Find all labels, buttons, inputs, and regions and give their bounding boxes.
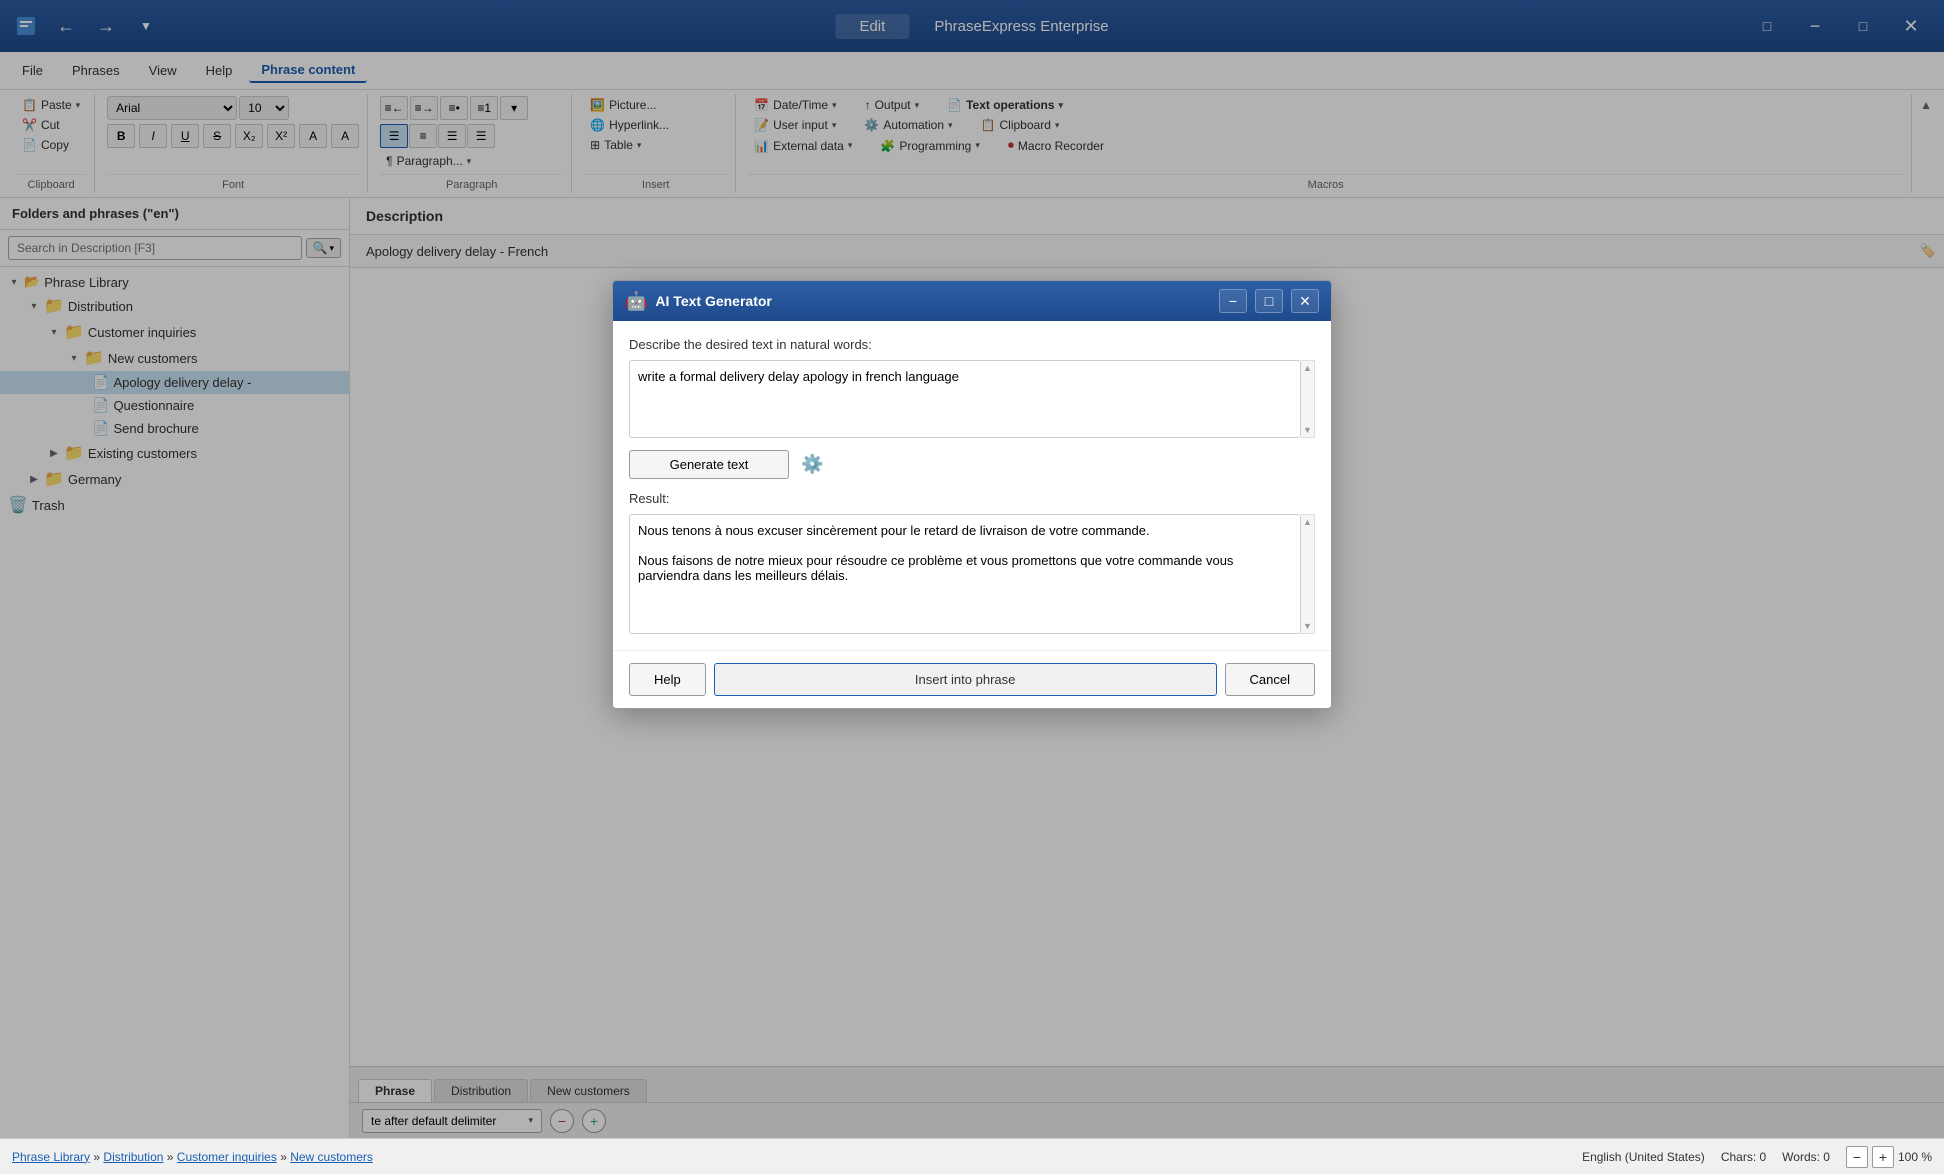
breadcrumb-sep2: » — [167, 1150, 177, 1164]
generate-row: Generate text ⚙️ — [629, 450, 1315, 479]
modal-ai-icon: 🤖 — [625, 291, 647, 312]
breadcrumb-distribution[interactable]: Distribution — [103, 1150, 163, 1164]
modal-close-button[interactable]: ✕ — [1291, 289, 1319, 313]
modal-title-bar: 🤖 AI Text Generator − □ ✕ — [613, 281, 1331, 321]
breadcrumb-sep3: » — [280, 1150, 290, 1164]
modal-overlay: 🤖 AI Text Generator − □ ✕ Describe the d… — [0, 0, 1944, 1138]
modal-maximize-button[interactable]: □ — [1255, 289, 1283, 313]
modal-body: Describe the desired text in natural wor… — [613, 321, 1331, 650]
ai-text-generator-modal: 🤖 AI Text Generator − □ ✕ Describe the d… — [612, 280, 1332, 709]
zoom-out-button[interactable]: − — [1846, 1146, 1868, 1168]
generate-button[interactable]: Generate text — [629, 450, 789, 479]
insert-into-phrase-button[interactable]: Insert into phrase — [714, 663, 1217, 696]
settings-icon[interactable]: ⚙️ — [801, 454, 823, 475]
cancel-button[interactable]: Cancel — [1225, 663, 1315, 696]
words-label: Words: 0 — [1782, 1150, 1830, 1164]
status-bar: Phrase Library » Distribution » Customer… — [0, 1138, 1944, 1174]
result-scrollbar: ▲ ▼ — [1301, 514, 1315, 634]
result-textarea[interactable]: Nous tenons à nous excuser sincèrement p… — [629, 514, 1301, 634]
modal-title: AI Text Generator — [655, 293, 1211, 309]
breadcrumb-phrase-library[interactable]: Phrase Library — [12, 1150, 90, 1164]
modal-minimize-button[interactable]: − — [1219, 289, 1247, 313]
breadcrumb-sep1: » — [93, 1150, 103, 1164]
locale-label: English (United States) — [1582, 1150, 1705, 1164]
breadcrumb-customer-inquiries[interactable]: Customer inquiries — [177, 1150, 277, 1164]
zoom-controls: − + 100 % — [1846, 1146, 1932, 1168]
breadcrumb-new-customers[interactable]: New customers — [290, 1150, 373, 1164]
zoom-label: 100 % — [1898, 1150, 1932, 1164]
breadcrumb: Phrase Library » Distribution » Customer… — [12, 1150, 373, 1164]
status-right: English (United States) Chars: 0 Words: … — [1582, 1146, 1932, 1168]
prompt-label: Describe the desired text in natural wor… — [629, 337, 1315, 352]
zoom-in-button[interactable]: + — [1872, 1146, 1894, 1168]
prompt-scrollbar: ▲ ▼ — [1301, 360, 1315, 438]
prompt-textarea[interactable]: write a formal delivery delay apology in… — [629, 360, 1301, 438]
result-label: Result: — [629, 491, 1315, 506]
modal-footer: Help Insert into phrase Cancel — [613, 650, 1331, 708]
help-button[interactable]: Help — [629, 663, 706, 696]
chars-label: Chars: 0 — [1721, 1150, 1766, 1164]
